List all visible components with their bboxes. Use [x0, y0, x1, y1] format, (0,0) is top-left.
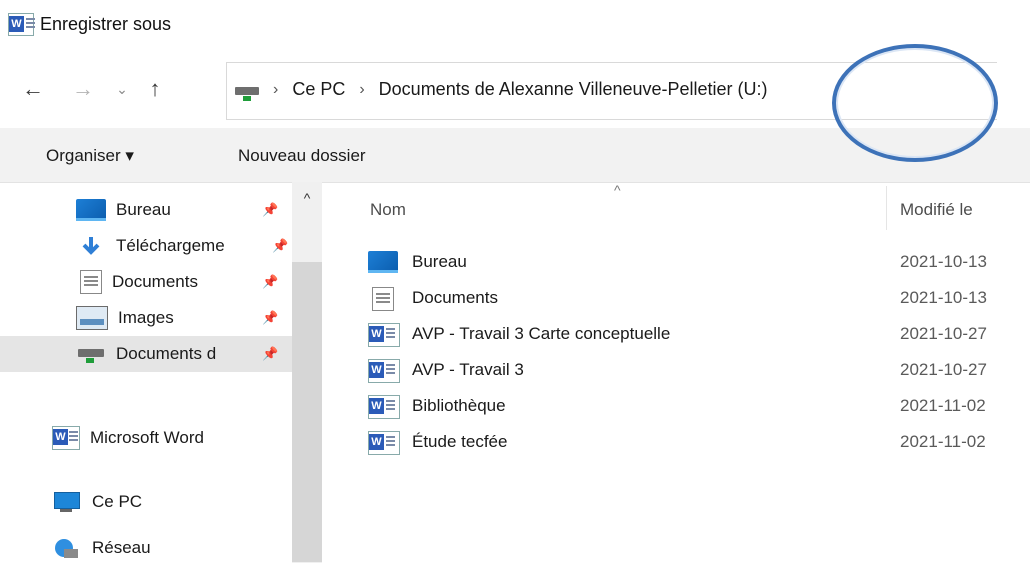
- sidebar-item-documents-drive[interactable]: Documents d 📌: [0, 336, 292, 372]
- desktop-folder-icon: [368, 251, 398, 273]
- back-arrow-icon[interactable]: ←: [18, 72, 48, 106]
- column-header-row: ^ Nom Modifié le: [336, 182, 1030, 234]
- word-icon: W: [52, 426, 80, 450]
- breadcrumb-separator: ›: [273, 80, 279, 98]
- sidebar-item-bureau[interactable]: Bureau 📌: [76, 192, 286, 228]
- pin-icon[interactable]: 📌: [262, 274, 278, 290]
- file-name: Bureau: [412, 252, 467, 271]
- file-name: Étude tecfée: [412, 432, 508, 451]
- word-app-icon: W: [8, 13, 35, 36]
- documents-icon: [80, 270, 102, 294]
- scrollbar-thumb[interactable]: [292, 262, 322, 562]
- file-name: Bibliothèque: [412, 396, 506, 415]
- file-name: AVP - Travail 3 Carte conceptuelle: [412, 324, 671, 343]
- file-name: Documents: [412, 288, 498, 307]
- window-title: Enregistrer sous: [40, 14, 172, 34]
- organize-button[interactable]: Organiser ▾: [46, 146, 134, 166]
- file-modified-date: 2021-10-13: [900, 288, 987, 307]
- sidebar-item-label: Documents: [112, 272, 198, 291]
- pin-icon[interactable]: 📌: [272, 238, 288, 254]
- new-folder-button[interactable]: Nouveau dossier: [238, 146, 366, 166]
- file-modified-date: 2021-10-13: [900, 252, 987, 271]
- breadcrumb-this-pc[interactable]: Ce PC: [292, 79, 345, 100]
- navigation-pane: Bureau 📌 Téléchargeme 📌 Documents 📌 Imag…: [0, 182, 330, 563]
- pin-icon[interactable]: 📌: [262, 346, 278, 362]
- file-row[interactable]: W AVP - Travail 3 2021-10-27: [336, 352, 1030, 388]
- file-row[interactable]: W AVP - Travail 3 Carte conceptuelle 202…: [336, 316, 1030, 352]
- sidebar-scrollbar[interactable]: ^: [292, 182, 322, 563]
- sidebar-item-downloads[interactable]: Téléchargeme 📌: [76, 228, 288, 264]
- up-arrow-icon[interactable]: ↑: [140, 72, 170, 106]
- pin-icon[interactable]: 📌: [262, 310, 278, 326]
- sidebar-item-network[interactable]: Réseau: [52, 530, 292, 566]
- column-divider[interactable]: [886, 186, 887, 230]
- forward-arrow-icon[interactable]: →: [68, 72, 98, 106]
- word-doc-icon: W: [368, 323, 400, 347]
- sidebar-item-label: Bureau: [116, 200, 171, 219]
- file-list: ^ Nom Modifié le Bureau 2021-10-13 Docum…: [336, 182, 1030, 563]
- highlight-circle-annotation: [832, 44, 998, 162]
- file-row[interactable]: Documents 2021-10-13: [336, 280, 1030, 316]
- pin-icon[interactable]: 📌: [262, 202, 278, 218]
- file-row[interactable]: W Étude tecfée 2021-11-02: [336, 424, 1030, 460]
- sort-ascending-icon: ^: [614, 182, 621, 198]
- file-modified-date: 2021-10-27: [900, 360, 987, 379]
- word-doc-icon: W: [368, 395, 400, 419]
- scroll-up-icon[interactable]: ^: [292, 190, 322, 206]
- network-icon: [52, 537, 82, 559]
- breadcrumb-documents-drive[interactable]: Documents de Alexanne Villeneuve-Pelleti…: [379, 79, 768, 100]
- download-icon: [76, 235, 106, 257]
- recent-locations-chevron-icon[interactable]: ⌄: [110, 72, 134, 106]
- file-row[interactable]: W Bibliothèque 2021-11-02: [336, 388, 1030, 424]
- file-row[interactable]: Bureau 2021-10-13: [336, 244, 1030, 280]
- word-doc-icon: W: [368, 359, 400, 383]
- documents-folder-icon: [372, 287, 394, 311]
- breadcrumb: › Ce PC › Documents de Alexanne Villeneu…: [273, 79, 768, 100]
- sidebar-item-images[interactable]: Images 📌: [76, 300, 286, 336]
- file-modified-date: 2021-10-27: [900, 324, 987, 343]
- sidebar-item-label: Documents d: [116, 344, 217, 363]
- column-header-name[interactable]: Nom: [370, 200, 406, 220]
- sidebar-item-label: Microsoft Word: [90, 428, 204, 447]
- file-modified-date: 2021-11-02: [900, 396, 986, 415]
- sidebar-item-label: Ce PC: [92, 492, 143, 511]
- network-drive-icon: [76, 343, 106, 365]
- file-modified-date: 2021-11-02: [900, 432, 986, 451]
- breadcrumb-separator: ›: [359, 80, 365, 98]
- column-header-modified[interactable]: Modifié le: [900, 200, 973, 220]
- word-doc-icon: W: [368, 431, 400, 455]
- desktop-icon: [76, 199, 106, 221]
- network-drive-icon: [233, 81, 261, 101]
- title-bar: W Enregistrer sous: [0, 0, 1030, 52]
- images-icon: [76, 306, 108, 330]
- file-name: AVP - Travail 3: [412, 360, 524, 379]
- sidebar-item-microsoft-word[interactable]: W Microsoft Word: [52, 420, 292, 456]
- sidebar-item-this-pc[interactable]: Ce PC: [52, 484, 292, 520]
- sidebar-item-label: Téléchargeme: [116, 236, 225, 255]
- computer-icon: [52, 491, 82, 513]
- sidebar-item-label: Réseau: [92, 538, 151, 557]
- sidebar-item-label: Images: [118, 308, 174, 327]
- sidebar-item-documents[interactable]: Documents 📌: [76, 264, 286, 300]
